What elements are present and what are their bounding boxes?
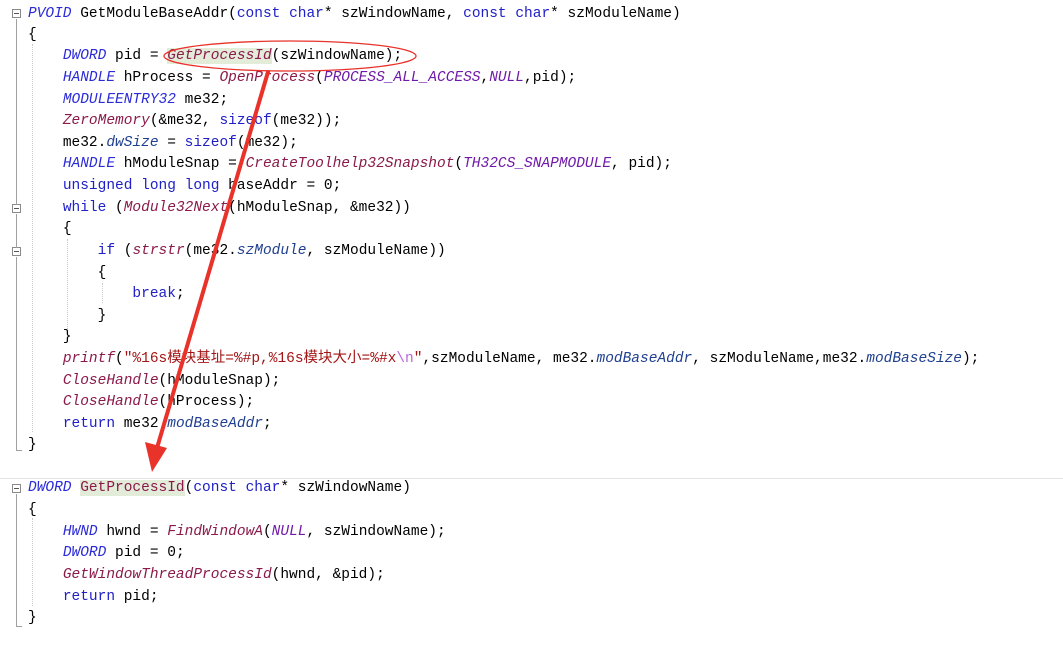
- annotation-arrow-head: [145, 442, 167, 472]
- annotation-overlay: [145, 40, 417, 472]
- annotation-ellipse: [163, 40, 417, 72]
- code-editor[interactable]: PVOID GetModuleBaseAddr(const char* szWi…: [0, 0, 1063, 646]
- annotation-arrow-line: [155, 70, 270, 450]
